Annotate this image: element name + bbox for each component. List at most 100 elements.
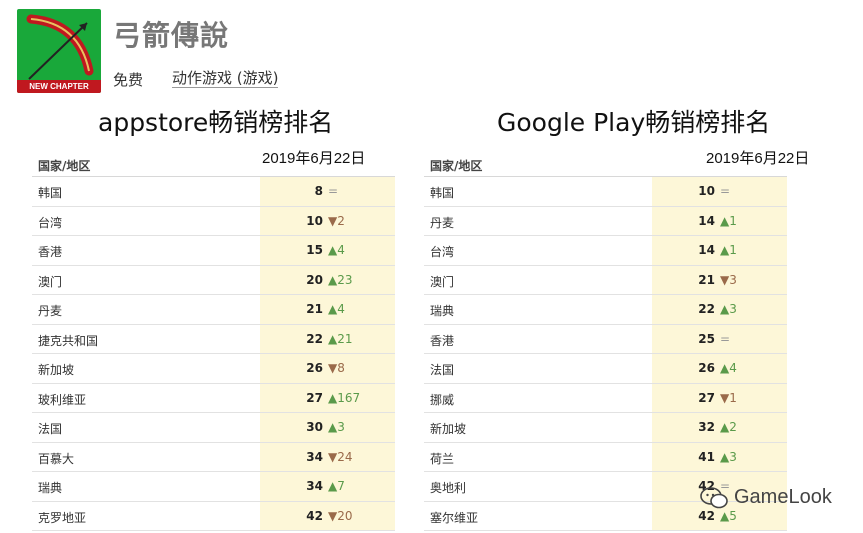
rank-value: 30 <box>306 420 323 434</box>
googleplay-section-title: Google Play畅销榜排名 <box>497 108 771 137</box>
country-name: 台湾 <box>430 245 455 259</box>
table-row: 澳门 21 ▼3 <box>424 265 787 295</box>
app-genre-link[interactable]: 动作游戏 (游戏) <box>172 69 279 88</box>
rank-change: ▲167 <box>328 390 361 405</box>
country-name: 瑞典 <box>430 304 455 318</box>
rank-value: 10 <box>698 184 715 198</box>
rank-change: ▲23 <box>328 272 353 287</box>
country-name: 香港 <box>38 245 63 259</box>
rank-value: 42 <box>698 508 715 523</box>
table-row: 瑞典 22 ▲3 <box>424 295 787 325</box>
country-name: 塞尔维亚 <box>430 510 479 525</box>
country-name: 澳门 <box>38 274 63 289</box>
table-header: 国家/地区 2019年6月22日 <box>424 142 809 177</box>
rank-value: 15 <box>306 243 323 257</box>
rank-cell: 25 = <box>652 324 787 353</box>
rank-cell: 34 ▲7 <box>260 472 395 501</box>
rank-value: 34 <box>306 449 323 464</box>
rank-value: 22 <box>698 302 715 316</box>
appstore-section-title: appstore畅销榜排名 <box>98 108 334 137</box>
new-chapter-banner: NEW CHAPTER <box>17 80 101 93</box>
rank-value: 20 <box>306 272 323 287</box>
date-column-header: 2019年6月22日 <box>262 150 366 167</box>
table-row: 新加坡 26 ▼8 <box>32 354 395 384</box>
country-name: 法国 <box>38 422 63 436</box>
country-name: 香港 <box>430 333 455 348</box>
gamelook-watermark: GameLook <box>700 486 832 509</box>
rank-value: 8 <box>314 184 323 198</box>
rank-cell: 34 ▼24 <box>260 442 395 471</box>
rank-cell: 30 ▲3 <box>260 413 395 442</box>
rank-cell: 26 ▼8 <box>260 354 395 383</box>
table-row: 台湾 14 ▲1 <box>424 236 787 266</box>
rank-change: ▲4 <box>328 243 345 257</box>
table-row: 丹麦 14 ▲1 <box>424 206 787 236</box>
rank-cell: 8 = <box>260 177 395 206</box>
country-name: 韩国 <box>38 186 63 200</box>
table-row: 法国 30 ▲3 <box>32 413 395 443</box>
rank-change: ▲21 <box>328 331 353 346</box>
rank-value: 21 <box>698 272 715 287</box>
rank-cell: 22 ▲21 <box>260 324 395 353</box>
rank-cell: 14 ▲1 <box>652 206 787 235</box>
table-row: 克罗地亚 42 ▼20 <box>32 501 395 531</box>
rank-value: 27 <box>698 390 715 405</box>
rank-cell: 21 ▲4 <box>260 295 395 324</box>
country-name: 丹麦 <box>38 304 63 318</box>
rank-value: 34 <box>306 479 323 493</box>
table-row: 挪威 27 ▼1 <box>424 383 787 413</box>
rank-value: 41 <box>698 449 715 464</box>
country-name: 百慕大 <box>38 451 75 466</box>
country-name: 玻利维亚 <box>38 392 87 407</box>
country-name: 荷兰 <box>430 451 455 466</box>
rank-change: ▼3 <box>720 272 737 287</box>
rank-cell: 22 ▲3 <box>652 295 787 324</box>
table-row: 韩国 10 = <box>424 177 787 207</box>
rank-value: 22 <box>306 331 323 346</box>
rank-cell: 14 ▲1 <box>652 236 787 265</box>
rank-change: ▼20 <box>328 508 353 523</box>
app-icon[interactable]: NEW CHAPTER <box>17 9 101 93</box>
rank-value: 42 <box>306 508 323 523</box>
country-name: 新加坡 <box>38 363 75 377</box>
country-name: 法国 <box>430 363 455 377</box>
watermark-text: GameLook <box>734 486 832 508</box>
country-name: 挪威 <box>430 392 455 407</box>
rank-change: ▼1 <box>720 390 737 405</box>
rank-value: 25 <box>698 331 715 346</box>
country-name: 台湾 <box>38 215 63 230</box>
rank-cell: 26 ▲4 <box>652 354 787 383</box>
country-name: 奥地利 <box>430 481 467 495</box>
country-column-header: 国家/地区 <box>38 159 91 173</box>
country-name: 澳门 <box>430 274 455 289</box>
rank-change: = <box>720 331 731 346</box>
rank-change: ▲1 <box>720 243 737 257</box>
rank-value: 10 <box>306 213 323 228</box>
wechat-icon <box>700 486 728 508</box>
table-row: 香港 15 ▲4 <box>32 236 395 266</box>
app-price: 免费 <box>113 71 144 89</box>
rank-change: ▼2 <box>328 213 345 228</box>
table-header: 国家/地区 2019年6月22日 <box>32 142 395 177</box>
table-row: 香港 25 = <box>424 324 787 354</box>
rank-cell: 42 ▼20 <box>260 501 395 530</box>
rank-change: ▼8 <box>328 361 345 375</box>
rank-cell: 41 ▲3 <box>652 442 787 471</box>
rank-change: ▼24 <box>328 449 353 464</box>
rank-change: ▲1 <box>720 213 737 228</box>
googleplay-rank-table: 国家/地区 2019年6月22日 韩国 10 = 丹麦 14 ▲1 台湾 14 ▲1 澳门 21 ▼3… <box>424 142 809 531</box>
app-title: 弓箭傳說 <box>113 19 230 52</box>
table-row: 台湾 10 ▼2 <box>32 206 395 236</box>
appstore-rank-table: 国家/地区 2019年6月22日 韩国 8 = 台湾 10 ▼2 香港 15 ▲4 澳门 20 ▲23… <box>32 142 395 531</box>
rank-cell: 27 ▲167 <box>260 383 395 412</box>
rank-change: ▲3 <box>328 420 345 434</box>
table-row: 法国 26 ▲4 <box>424 354 787 384</box>
rank-value: 26 <box>306 361 323 375</box>
rank-cell: 10 = <box>652 177 787 206</box>
rank-value: 21 <box>306 302 323 316</box>
country-name: 韩国 <box>430 186 455 200</box>
rank-change: ▲2 <box>720 420 737 434</box>
rank-cell: 32 ▲2 <box>652 413 787 442</box>
country-name: 新加坡 <box>430 422 467 436</box>
rank-value: 14 <box>698 213 715 228</box>
